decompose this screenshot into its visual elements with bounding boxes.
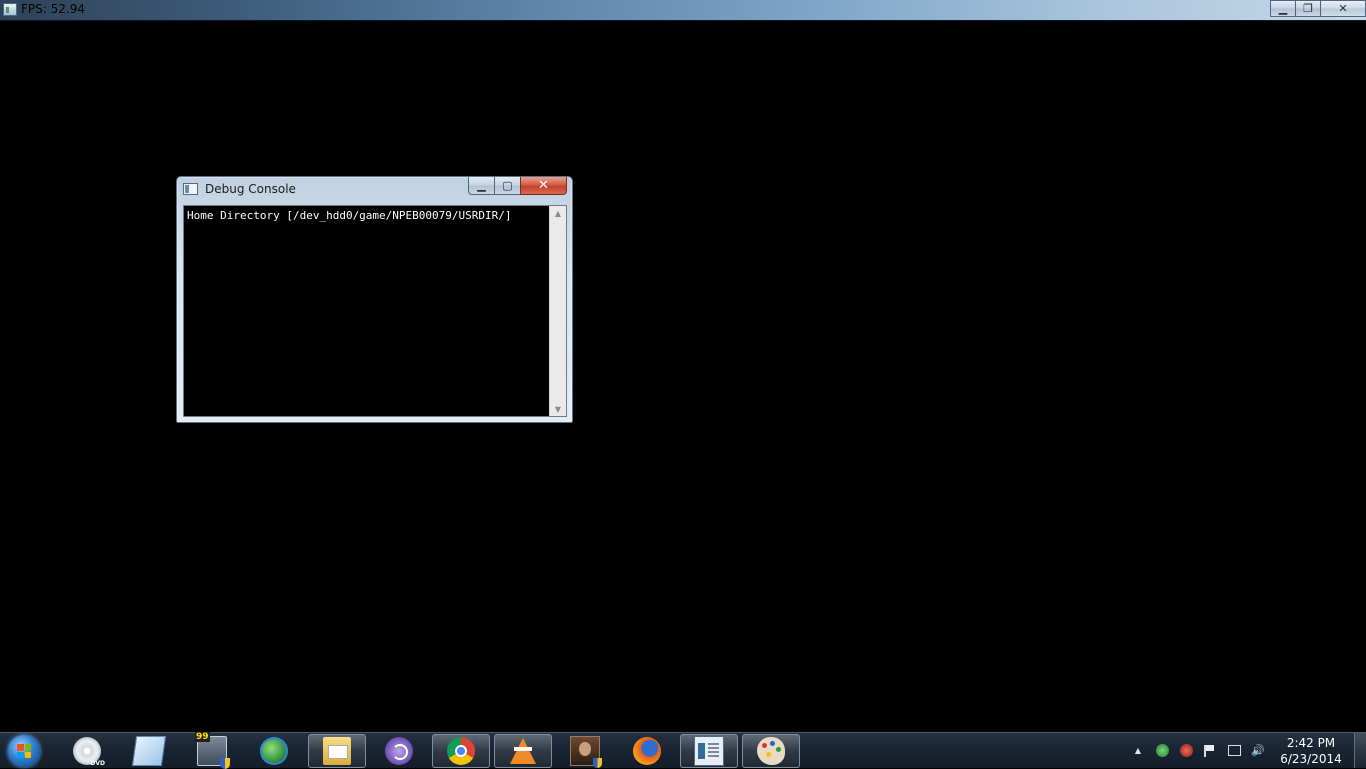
taskbar-item-dvd-player[interactable]: DVD [58,734,116,768]
chrome-icon [447,737,475,765]
debug-console-window[interactable]: Debug Console ▁ ▢ ✕ Home Directory [/dev… [176,176,573,423]
taskbar-clock[interactable]: 2:42 PM 6/23/2014 [1276,735,1346,767]
palette-icon [757,737,785,765]
taskbar-item-download-manager[interactable] [245,734,303,768]
taskbar-item-debug-console[interactable] [680,734,738,768]
globe-icon [260,737,288,765]
taskbar-item-game[interactable] [556,734,614,768]
avatar-icon [570,736,602,768]
close-button[interactable]: ✕ [1320,0,1366,17]
volume-icon[interactable]: 🔊 [1250,743,1266,759]
action-center-flag-icon[interactable] [1202,743,1218,759]
vlc-icon [510,738,536,764]
notepad-icon [131,736,167,766]
show-hidden-icons-button[interactable]: ▲ [1130,743,1146,759]
monitor-icon: 99 [195,732,230,769]
console-scrollbar[interactable]: ▲ ▼ [549,206,566,416]
taskbar: DVD 99 ▲ 🔊 2:42 PM 6/23/2014 [0,732,1366,769]
console-minimize-button[interactable]: ▁ [468,177,495,195]
network-globe-icon[interactable] [1154,743,1170,759]
app-icon [3,3,17,16]
taskbar-item-firefox[interactable] [618,734,676,768]
console-output-line: Home Directory [/dev_hdd0/game/NPEB00079… [187,209,512,222]
scroll-up-icon[interactable]: ▲ [550,206,566,220]
scroll-down-icon[interactable]: ▼ [550,402,566,416]
taskbar-item-vlc[interactable] [494,734,552,768]
show-desktop-button[interactable] [1354,733,1366,768]
window-title: FPS: 52.94 [21,2,85,16]
tray-app-icon[interactable] [1178,743,1194,759]
monitor-badge: 99 [195,732,210,742]
torrent-icon [385,737,413,765]
taskbar-item-chrome[interactable] [432,734,490,768]
start-button[interactable] [4,734,44,768]
console-close-button[interactable]: ✕ [520,177,567,195]
dvd-icon: DVD [73,737,105,767]
console-icon [694,736,724,766]
shield-icon [220,758,230,769]
system-tray: ▲ 🔊 2:42 PM 6/23/2014 [1126,733,1366,768]
windows-logo-icon [8,735,40,767]
console-window-controls: ▁ ▢ ✕ [468,177,567,195]
console-maximize-button[interactable]: ▢ [494,177,521,195]
console-output-area[interactable]: Home Directory [/dev_hdd0/game/NPEB00079… [183,205,567,417]
console-title: Debug Console [205,182,296,196]
clock-time: 2:42 PM [1286,735,1336,750]
taskbar-item-notepad[interactable] [120,734,178,768]
window-controls: ▁ ❐ ✕ [1270,0,1366,17]
taskbar-item-bittorrent[interactable] [370,734,428,768]
taskbar-item-explorer[interactable] [308,734,366,768]
clock-date: 6/23/2014 [1280,751,1342,766]
console-window-icon [183,183,198,195]
taskbar-item-paint[interactable] [742,734,800,768]
folder-icon [323,737,351,765]
network-icon[interactable] [1226,743,1242,759]
restore-button[interactable]: ❐ [1295,0,1321,17]
taskbar-item-system-monitor[interactable]: 99 [183,732,241,769]
main-window-titlebar[interactable]: FPS: 52.94 ▁ ❐ ✕ [0,0,1366,21]
firefox-icon [633,737,661,765]
minimize-button[interactable]: ▁ [1270,0,1296,17]
